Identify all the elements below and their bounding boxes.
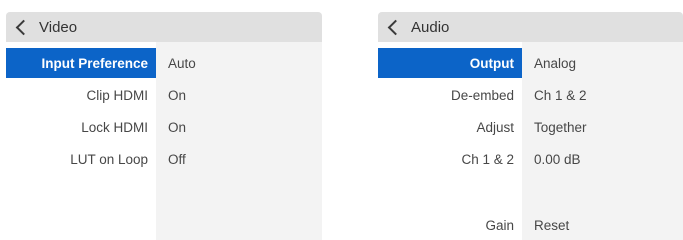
video-row-input-preference[interactable]: Input Preference Auto: [6, 48, 322, 78]
audio-settings-panel: Audio Output Analog De-embed Ch 1 & 2 Ad…: [378, 12, 683, 240]
setting-value: Analog: [534, 55, 577, 71]
setting-value: Together: [534, 119, 587, 135]
setting-value: On: [168, 87, 187, 103]
setting-label: Ch 1 & 2: [461, 151, 514, 167]
setting-value: Ch 1 & 2: [534, 87, 587, 103]
setting-label: De-embed: [450, 87, 514, 103]
setting-value: Auto: [168, 55, 196, 71]
audio-row-gain[interactable]: Gain Reset: [378, 210, 683, 240]
setting-label: Clip HDMI: [86, 87, 148, 103]
setting-label: LUT on Loop: [70, 151, 148, 167]
audio-row-de-embed[interactable]: De-embed Ch 1 & 2: [378, 80, 683, 110]
video-row-lock-hdmi[interactable]: Lock HDMI On: [6, 112, 322, 142]
setting-value: Off: [168, 151, 186, 167]
video-back-button[interactable]: Video: [6, 12, 322, 42]
audio-row-output[interactable]: Output Analog: [378, 48, 683, 78]
setting-label: Lock HDMI: [81, 119, 148, 135]
video-row-clip-hdmi[interactable]: Clip HDMI On: [6, 80, 322, 110]
setting-label: Output: [378, 48, 522, 78]
audio-row-ch-1-2[interactable]: Ch 1 & 2 0.00 dB: [378, 144, 683, 174]
setting-value: 0.00 dB: [534, 151, 581, 167]
setting-label: Gain: [485, 217, 514, 233]
setting-label: Input Preference: [6, 48, 156, 78]
chevron-left-icon: [15, 19, 32, 35]
video-row-lut-on-loop[interactable]: LUT on Loop Off: [6, 144, 322, 174]
audio-row-adjust[interactable]: Adjust Together: [378, 112, 683, 142]
audio-back-button[interactable]: Audio: [378, 12, 683, 42]
audio-panel-title: Audio: [411, 18, 450, 36]
setting-value: On: [168, 119, 187, 135]
video-settings-panel: Video Input Preference Auto Clip HDMI On…: [6, 12, 322, 240]
chevron-left-icon: [387, 19, 404, 35]
video-panel-title: Video: [39, 18, 78, 36]
setting-value: Reset: [534, 217, 570, 233]
setting-label: Adjust: [476, 119, 514, 135]
